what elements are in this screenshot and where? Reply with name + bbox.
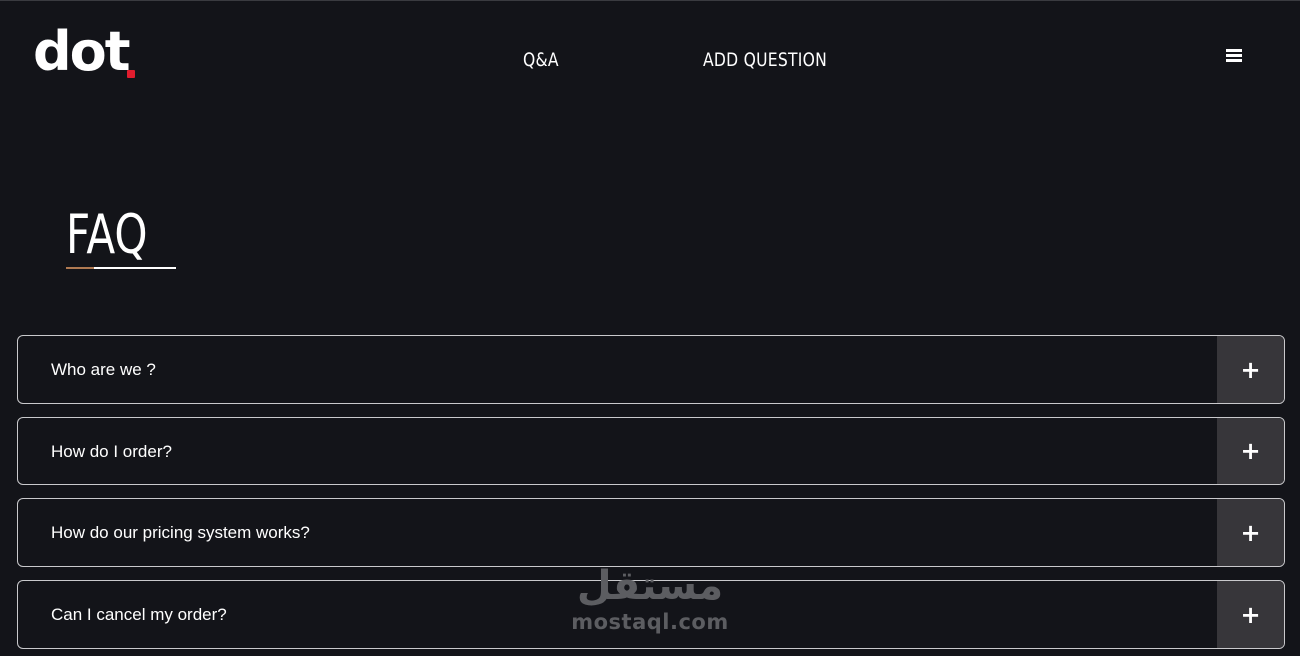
faq-question: Who are we ? [51, 360, 156, 379]
site-header: dot Q&A ADD QUESTION [0, 1, 1300, 121]
plus-icon[interactable]: + [1217, 581, 1284, 648]
nav-link-qa[interactable]: Q&A [523, 49, 559, 71]
plus-icon[interactable]: + [1217, 418, 1284, 484]
faq-item[interactable]: How do I order? + [17, 417, 1285, 485]
watermark-arabic: مستقل [576, 563, 724, 609]
plus-icon[interactable]: + [1217, 499, 1284, 566]
faq-question: How do I order? [51, 442, 172, 461]
page-title: FAQ [66, 203, 148, 266]
hamburger-menu-icon[interactable] [1226, 49, 1242, 63]
nav-link-add-question[interactable]: ADD QUESTION [703, 49, 827, 71]
watermark: مستقل mostaql.com [570, 566, 730, 634]
faq-item[interactable]: How do our pricing system works? + [17, 498, 1285, 567]
faq-question: How do our pricing system works? [51, 523, 310, 542]
watermark-latin: mostaql.com [571, 610, 729, 634]
title-underline-accent [66, 267, 94, 269]
plus-icon[interactable]: + [1217, 336, 1284, 403]
logo[interactable]: dot [33, 25, 131, 79]
faq-question: Can I cancel my order? [51, 605, 227, 624]
logo-dot [127, 70, 135, 78]
faq-item[interactable]: Who are we ? + [17, 335, 1285, 404]
